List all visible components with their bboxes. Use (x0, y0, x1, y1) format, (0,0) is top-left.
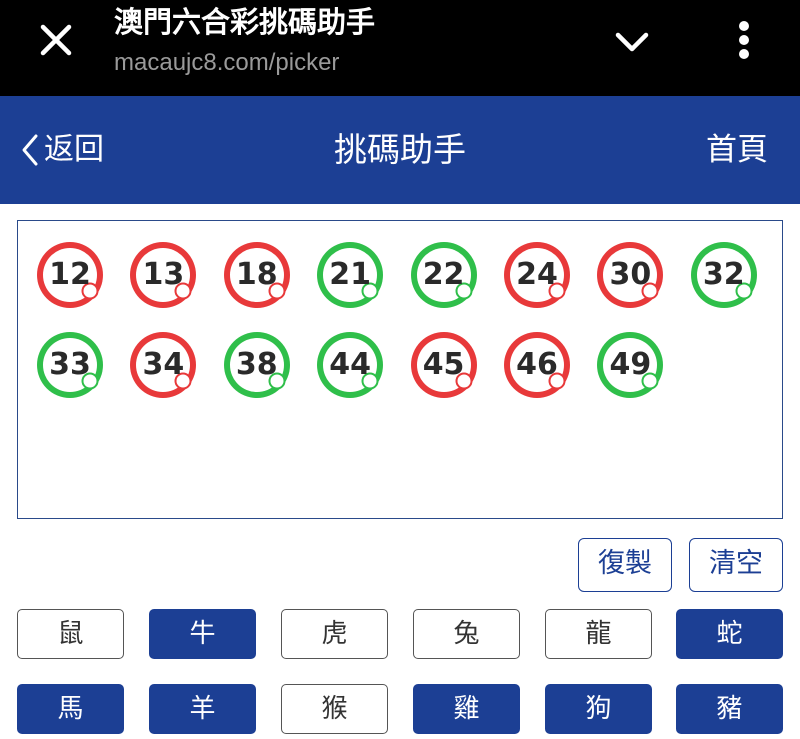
number-ball[interactable]: 13 (127, 239, 199, 311)
number-ball[interactable]: 44 (314, 329, 386, 401)
number-ball[interactable]: 12 (34, 239, 106, 311)
number-ball[interactable]: 45 (408, 329, 480, 401)
page-title: 挑碼助手 (334, 130, 466, 169)
zodiac-button[interactable]: 龍 (545, 609, 652, 659)
number-ball[interactable]: 18 (221, 239, 293, 311)
zodiac-button[interactable]: 鼠 (17, 609, 124, 659)
ball-number: 24 (516, 257, 558, 292)
ball-number: 22 (422, 257, 465, 292)
chevron-down-icon[interactable] (610, 22, 654, 62)
ball-number: 13 (142, 257, 185, 292)
ball-number: 38 (235, 347, 278, 382)
zodiac-button[interactable]: 牛 (149, 609, 256, 659)
close-icon[interactable] (36, 20, 76, 60)
ball-number: 46 (516, 347, 558, 382)
home-link[interactable]: 首頁 (706, 126, 768, 174)
zodiac-button[interactable]: 雞 (413, 684, 520, 734)
number-ball[interactable]: 46 (501, 329, 573, 401)
zodiac-button[interactable]: 蛇 (676, 609, 783, 659)
browser-url[interactable]: macaujc8.com/picker (114, 46, 339, 80)
selected-numbers-panel: 12 13 18 21 22 24 30 32 33 34 38 44 45 46 49 (17, 220, 783, 519)
number-ball[interactable]: 38 (221, 329, 293, 401)
number-ball[interactable]: 49 (594, 329, 666, 401)
ball-number: 33 (49, 347, 91, 382)
number-ball[interactable]: 24 (501, 239, 573, 311)
number-ball[interactable]: 33 (34, 329, 106, 401)
zodiac-button[interactable]: 猴 (281, 684, 388, 734)
zodiac-button[interactable]: 虎 (281, 609, 388, 659)
zodiac-button[interactable]: 羊 (149, 684, 256, 734)
ball-number: 21 (329, 257, 372, 292)
number-ball[interactable]: 34 (127, 329, 199, 401)
number-ball-list: 12 13 18 21 22 24 30 32 33 34 38 44 45 46 49 (34, 239, 774, 419)
ball-number: 49 (609, 347, 652, 382)
more-vert-icon[interactable] (728, 16, 760, 64)
ball-number: 32 (702, 257, 745, 292)
zodiac-button[interactable]: 馬 (17, 684, 124, 734)
ball-number: 34 (142, 347, 185, 382)
zodiac-button[interactable]: 豬 (676, 684, 783, 734)
zodiac-button[interactable]: 兔 (413, 609, 520, 659)
number-ball[interactable]: 30 (594, 239, 666, 311)
number-ball[interactable]: 21 (314, 239, 386, 311)
ball-number: 45 (422, 347, 465, 382)
number-ball[interactable]: 22 (408, 239, 480, 311)
app-header: 返回 挑碼助手 首頁 (0, 96, 800, 204)
ball-number: 30 (609, 257, 652, 292)
zodiac-button[interactable]: 狗 (545, 684, 652, 734)
browser-page-title: 澳門六合彩挑碼助手 (114, 5, 376, 39)
number-ball[interactable]: 32 (688, 239, 760, 311)
clear-button[interactable]: 清空 (689, 538, 783, 592)
ball-number: 44 (329, 347, 372, 382)
ball-number: 12 (49, 257, 91, 292)
browser-bar: 澳門六合彩挑碼助手 macaujc8.com/picker (0, 0, 800, 96)
copy-button[interactable]: 復製 (578, 538, 672, 592)
ball-number: 18 (235, 257, 278, 292)
